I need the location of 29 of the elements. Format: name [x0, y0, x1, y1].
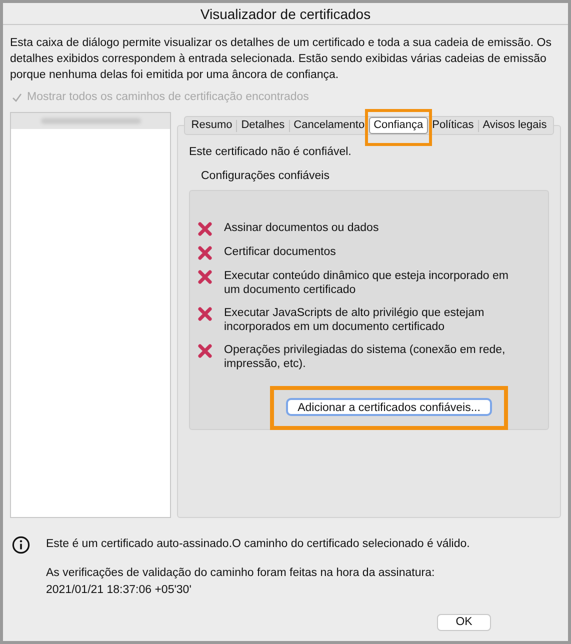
tab[interactable]: Políticas	[428, 117, 478, 134]
cross-icon	[198, 222, 212, 236]
trust-setting-label: Executar conteúdo dinâmico que esteja incorporado em um documento certificado	[224, 268, 510, 297]
tab[interactable]: Avisos legais	[478, 117, 551, 134]
trust-setting-label: Operações privilegiadas do sistema (conexão em rede, impressão, etc).	[224, 342, 506, 371]
info-icon	[12, 536, 30, 554]
tab[interactable]: Resumo	[187, 117, 236, 134]
checkbox-label: Mostrar todos os caminhos de certificação encontrados	[27, 90, 309, 105]
checkmark-icon	[12, 92, 22, 103]
validation-text: As verificações de validação do caminho foram feitas na hora da assinatura:	[46, 566, 436, 580]
tab[interactable]: Confiança	[368, 117, 428, 134]
trust-setting-label: Certificar documentos	[224, 244, 337, 259]
cross-icon	[198, 246, 212, 260]
tab[interactable]: Cancelamento	[290, 117, 369, 134]
info-message: Este é um certificado auto-assinado.O caminho do certificado selecionado é válido.	[46, 537, 470, 552]
cross-icon	[198, 306, 212, 321]
intro-text: Esta caixa de diálogo permite visualizar os detalhes de um certificado e toda a sua cadeia de emissão. Os detalhes exibidos correspondem à entrada selecionada. Estão sendo exibidas várias cadeias de emissão porque nenhuma delas foi emitida por uma âncora de confiança.	[9, 36, 552, 83]
window-title: Visualizador de certificados	[3, 3, 568, 25]
tab[interactable]: Detalhes	[237, 117, 289, 134]
cross-icon	[198, 344, 212, 358]
group-title: Configurações confiáveis	[200, 168, 330, 184]
blurred-list-item[interactable]	[11, 113, 170, 130]
add-trusted-button[interactable]: Adicionar a certificados confiáveis...	[286, 398, 492, 416]
cross-icon	[198, 270, 212, 284]
trust-setting-label: Executar JavaScripts de alto privilégio que estejam incorporados em um documento certificado	[224, 306, 486, 334]
ok-button[interactable]: OK	[437, 614, 491, 631]
validation-timestamp: 2021/01/21 18:37:06 +05'30'	[46, 582, 192, 598]
trust-status: Este certificado não é confiável.	[189, 145, 352, 160]
trust-setting-label: Assinar documentos ou dados	[224, 220, 380, 235]
